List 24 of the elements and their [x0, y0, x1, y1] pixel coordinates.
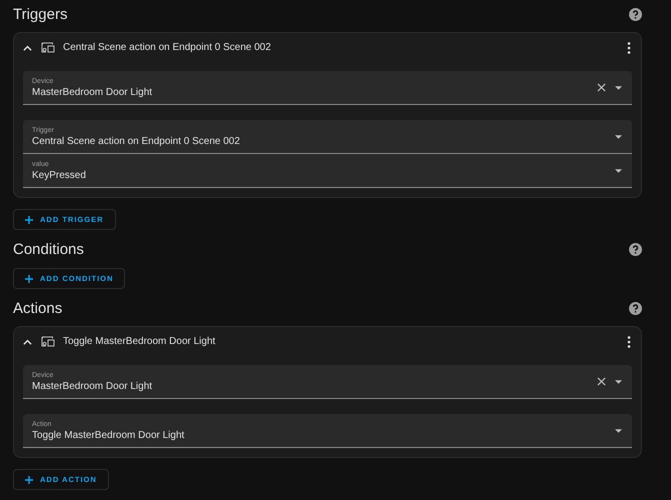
clear-icon[interactable] [597, 377, 606, 386]
help-icon[interactable] [629, 302, 642, 314]
card-title: Central Scene action on Endpoint 0 Scene 002 [63, 42, 272, 53]
section-title: Triggers [13, 6, 68, 22]
chevron-icon[interactable] [23, 44, 32, 50]
device-icon [41, 336, 55, 347]
section-title: Conditions [13, 240, 84, 258]
dropdown-icon[interactable] [615, 380, 622, 384]
section-title: Actions [13, 300, 62, 316]
plus-icon [25, 216, 33, 224]
card-title: Toggle MasterBedroom Door Light [63, 336, 216, 347]
device-icon [41, 42, 55, 53]
dropdown-icon[interactable] [615, 168, 622, 172]
help-icon[interactable] [629, 242, 642, 256]
plus-icon [25, 274, 33, 282]
chevron-icon[interactable] [23, 338, 32, 344]
help-icon[interactable] [629, 8, 642, 20]
clear-icon[interactable] [597, 83, 606, 92]
plus-icon [25, 476, 33, 484]
more-icon[interactable] [627, 42, 631, 54]
dropdown-icon[interactable] [615, 134, 622, 138]
dropdown-icon[interactable] [615, 86, 622, 90]
dropdown-icon[interactable] [615, 428, 622, 432]
more-icon[interactable] [627, 336, 631, 348]
